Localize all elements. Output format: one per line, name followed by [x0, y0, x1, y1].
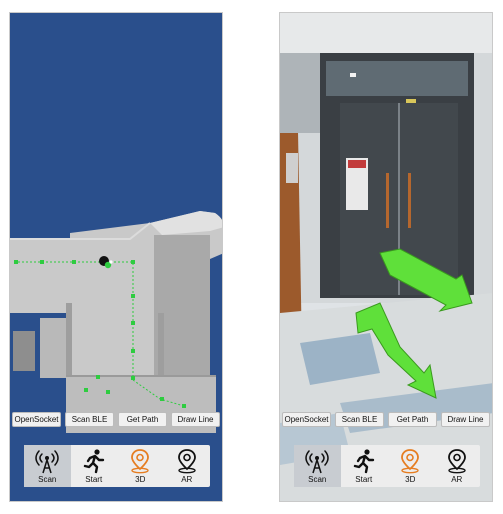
- nav-item-start[interactable]: Start: [341, 445, 388, 487]
- nav-label-3d: 3D: [135, 475, 146, 484]
- running-person-icon: [353, 449, 374, 474]
- nav-item-ar[interactable]: AR: [164, 445, 211, 487]
- nav-label-ar: AR: [451, 475, 463, 484]
- location-pin-ar-icon: [177, 449, 196, 474]
- phone-screen-3d-map: OpenSocket Scan BLE Get Path Draw Line S…: [9, 12, 223, 502]
- nav-item-ar[interactable]: AR: [434, 445, 481, 487]
- open-socket-button[interactable]: OpenSocket: [12, 412, 61, 427]
- antenna-icon: [305, 450, 329, 474]
- get-path-button[interactable]: Get Path: [388, 412, 437, 427]
- scan-ble-button[interactable]: Scan BLE: [335, 412, 384, 427]
- nav-item-3d[interactable]: 3D: [117, 445, 164, 487]
- phone-screen-ar-camera: OpenSocket Scan BLE Get Path Draw Line S…: [279, 12, 493, 502]
- nav-label-3d: 3D: [405, 475, 416, 484]
- get-path-button[interactable]: Get Path: [118, 412, 167, 427]
- location-pin-ar-icon: [447, 449, 466, 474]
- bottom-nav-bar: Scan Start 3D AR: [294, 445, 480, 487]
- nav-item-scan[interactable]: Scan: [294, 445, 341, 487]
- ar-camera-view[interactable]: [280, 13, 493, 502]
- nav-item-start[interactable]: Start: [71, 445, 118, 487]
- scan-ble-button[interactable]: Scan BLE: [65, 412, 114, 427]
- location-pin-3d-icon: [131, 449, 150, 474]
- nav-item-3d[interactable]: 3D: [387, 445, 434, 487]
- draw-line-button[interactable]: Draw Line: [171, 412, 220, 427]
- nav-label-start: Start: [85, 475, 103, 484]
- nav-label-ar: AR: [181, 475, 193, 484]
- action-button-row: OpenSocket Scan BLE Get Path Draw Line: [282, 412, 490, 428]
- nav-label-start: Start: [355, 475, 373, 484]
- bottom-nav-bar: Scan Start 3D AR: [24, 445, 210, 487]
- nav-item-scan[interactable]: Scan: [24, 445, 71, 487]
- running-person-icon: [83, 449, 104, 474]
- open-socket-button[interactable]: OpenSocket: [282, 412, 331, 427]
- location-pin-3d-icon: [401, 449, 420, 474]
- action-button-row: OpenSocket Scan BLE Get Path Draw Line: [12, 412, 220, 428]
- indoor-3d-map[interactable]: [10, 13, 223, 433]
- nav-label-scan: Scan: [38, 475, 57, 484]
- nav-label-scan: Scan: [308, 475, 327, 484]
- antenna-icon: [35, 450, 59, 474]
- draw-line-button[interactable]: Draw Line: [441, 412, 490, 427]
